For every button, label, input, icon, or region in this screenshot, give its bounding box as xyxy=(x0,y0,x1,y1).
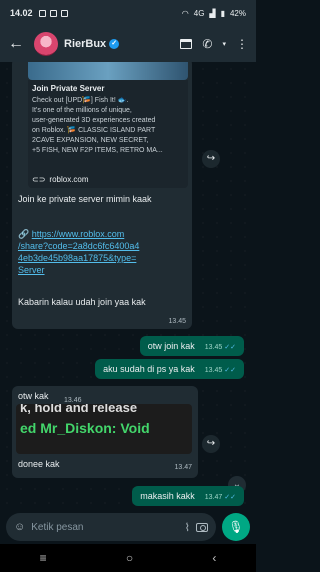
system-nav-bar: ≡ ○ ‹ xyxy=(0,544,256,572)
link-preview-card[interactable]: Join Private Server Check out [UPD🎏] Fis… xyxy=(28,80,188,188)
desc-line: +5 FISH, NEW F2P ITEMS, RETRO MA... xyxy=(32,147,163,154)
home-icon[interactable]: ○ xyxy=(126,551,133,565)
read-ticks-icon: ✓✓ xyxy=(224,494,236,501)
status-bar: 14.02 ◠ 4G ▟ ▮ 42% xyxy=(0,0,256,26)
emoji-icon[interactable]: ☺ xyxy=(14,521,25,533)
message-timestamp: 13.45 ✓✓ xyxy=(204,367,236,374)
more-options-icon[interactable]: ⋮ xyxy=(236,37,248,51)
message-timestamp: 13.46 xyxy=(64,397,82,404)
facebook-notification-icon xyxy=(49,9,57,17)
battery-percent: 42% xyxy=(229,8,246,18)
chat-header: ← RierBux ✓ ✆ ▾ ⋮ xyxy=(0,26,256,62)
link-preview-image xyxy=(28,62,188,80)
message-input-placeholder[interactable]: Ketik pesan xyxy=(31,522,178,533)
call-dropdown-icon[interactable]: ▾ xyxy=(222,40,226,48)
message-text: otw join kak xyxy=(147,341,195,351)
chat-area[interactable]: Join Private Server Check out [UPD🎏] Fis… xyxy=(0,62,256,510)
closing-text: Kabarin kalau udah join yaa kak xyxy=(18,297,146,307)
back-arrow-icon[interactable]: ← xyxy=(8,35,28,53)
shop-icon[interactable] xyxy=(180,39,193,49)
link-icon: ⊂⊃ xyxy=(32,175,46,184)
message-timestamp: 13.47 xyxy=(174,464,192,471)
message-input-field[interactable]: ☺ Ketik pesan ⌇ xyxy=(6,513,216,541)
link-line[interactable]: https://www.roblox.com xyxy=(32,229,125,239)
outgoing-message[interactable]: otw join kak 13.45 ✓✓ xyxy=(139,336,244,356)
message-timestamp: 13.45 ✓✓ xyxy=(204,344,236,351)
verified-badge-icon: ✓ xyxy=(109,39,120,49)
wifi-icon: ◠ xyxy=(181,8,189,18)
desc-line: user-generated 3D experiences created xyxy=(32,117,156,124)
message-text: aku sudah di ps ya kak xyxy=(103,364,195,374)
forward-icon[interactable]: ↪ xyxy=(202,435,220,453)
image-text: ed Mr_Diskon: Void xyxy=(20,420,150,436)
photo-notification-icon xyxy=(38,9,46,17)
network-type-label: 4G xyxy=(193,8,205,18)
forward-icon[interactable]: ↪ xyxy=(202,150,220,168)
contact-avatar[interactable] xyxy=(34,32,58,56)
battery-icon: ▮ xyxy=(220,8,225,18)
link-preview-description: Check out [UPD🎏] Fish It! 🐟. It’s one of… xyxy=(32,96,184,156)
message-text: makasih kakk xyxy=(140,491,195,501)
desc-line: It’s one of the millions of unique, xyxy=(32,107,132,114)
contact-name: RierBux xyxy=(64,38,107,50)
incoming-message-link[interactable]: Join Private Server Check out [UPD🎏] Fis… xyxy=(12,62,192,329)
facebook-notification-icon-2 xyxy=(60,9,68,17)
recent-apps-icon[interactable]: ≡ xyxy=(40,551,47,565)
link-preview-domain: ⊂⊃ roblox.com xyxy=(32,175,89,184)
signal-icon: ▟ xyxy=(209,8,216,18)
invite-text: Join ke private server mimin kaak xyxy=(18,194,152,204)
message-timestamp: 13.47 ✓✓ xyxy=(204,494,236,501)
desc-line: 2CAVE EXPANSION, NEW SECRET, xyxy=(32,137,149,144)
message-text: donee kak xyxy=(18,459,60,469)
chain-link-icon: 🔗 xyxy=(18,229,30,239)
camera-icon[interactable] xyxy=(196,522,208,532)
image-text: k, hold and release xyxy=(20,404,138,415)
read-ticks-icon: ✓✓ xyxy=(224,344,236,351)
link-line[interactable]: 4eb3de45b98aa17875&type= xyxy=(18,253,136,263)
contact-name-area[interactable]: RierBux ✓ xyxy=(64,38,120,50)
sticker-image[interactable]: k, hold and release ed Mr_Diskon: Void xyxy=(16,404,192,454)
desc-line: on Roblox. 🎏 CLASSIC ISLAND PART xyxy=(32,127,156,134)
outgoing-message[interactable]: makasih kakk 13.47 ✓✓ xyxy=(132,486,244,506)
status-right: ◠ 4G ▟ ▮ 42% xyxy=(182,9,246,18)
outgoing-message[interactable]: aku sudah di ps ya kak 13.45 ✓✓ xyxy=(95,359,244,379)
link-line[interactable]: Server xyxy=(18,265,45,275)
header-actions: ✆ ▾ ⋮ xyxy=(180,37,248,51)
status-time: 14.02 xyxy=(10,8,33,18)
notification-icons xyxy=(38,9,68,17)
attach-icon[interactable]: ⌇ xyxy=(185,521,190,534)
call-icon[interactable]: ✆ xyxy=(202,37,212,51)
message-composer: ☺ Ketik pesan ⌇ 🎙 xyxy=(0,510,256,544)
link-domain-text: roblox.com xyxy=(49,175,89,184)
desc-line: Check out [UPD🎏] Fish It! 🐟. xyxy=(32,97,129,104)
incoming-message[interactable]: otw kak 13.46 k, hold and release ed Mr_… xyxy=(12,386,198,478)
message-text: otw kak xyxy=(18,391,49,401)
read-ticks-icon: ✓✓ xyxy=(224,367,236,374)
mic-button[interactable]: 🎙 xyxy=(222,513,250,541)
link-line[interactable]: /share?code=2a8dc6fc6400a4 xyxy=(18,241,139,251)
share-link[interactable]: 🔗 https://www.roblox.com /share?code=2a8… xyxy=(18,228,188,276)
nav-back-icon[interactable]: ‹ xyxy=(212,551,216,565)
link-preview-title: Join Private Server xyxy=(32,84,105,93)
message-timestamp: 13.45 xyxy=(168,318,186,325)
